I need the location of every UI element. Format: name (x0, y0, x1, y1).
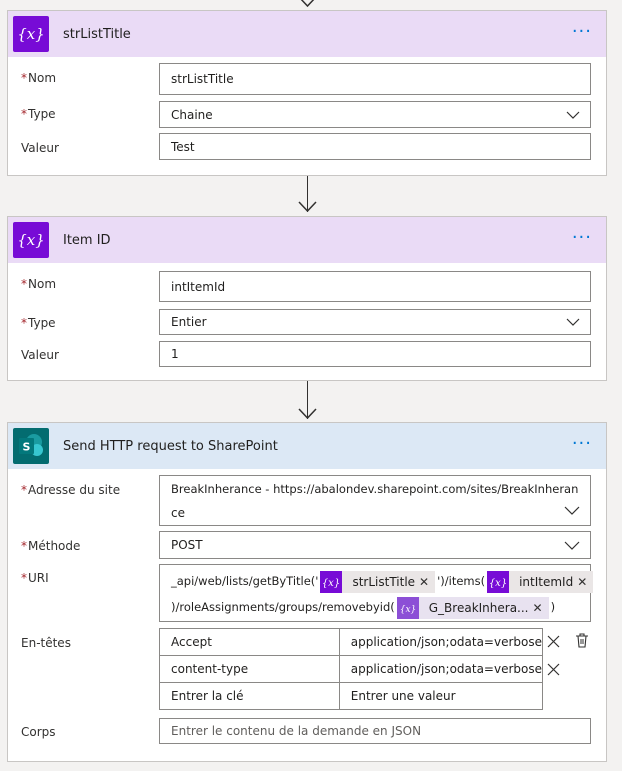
close-icon[interactable]: ✕ (577, 569, 593, 595)
variable-icon: {x} (13, 16, 49, 52)
svg-text:{x}: {x} (18, 25, 44, 43)
variable-card-itemid: {x} Item ID ··· *Nom intItemId *Type Ent… (7, 216, 607, 381)
variable-icon: {x} (396, 596, 419, 619)
svg-text:{x}: {x} (18, 231, 44, 249)
close-icon[interactable]: ✕ (419, 569, 435, 595)
header-key-placeholder[interactable]: Entrer la clé (159, 682, 340, 710)
header-value-field[interactable]: application/json;odata=verbose (338, 628, 544, 656)
sharepoint-http-card: S Send HTTP request to SharePoint ··· *A… (7, 422, 607, 762)
more-options-icon[interactable]: ··· (572, 23, 592, 41)
chevron-down-icon (564, 506, 580, 515)
connector-arrow-top (298, 0, 317, 8)
headers-table: Accept application/json;odata=verbose co… (159, 628, 544, 710)
corps-input[interactable]: Entrer le contenu de la demande en JSON (159, 718, 591, 744)
entetes-label: En-têtes (21, 636, 71, 650)
valeur-input[interactable]: 1 (159, 341, 591, 367)
sharepoint-icon: S (13, 428, 49, 464)
header-key-field[interactable]: content-type (159, 655, 340, 683)
chevron-down-icon (566, 318, 580, 326)
svg-text:{x}: {x} (399, 605, 416, 615)
connector-arrow (298, 201, 317, 213)
table-row: Accept application/json;odata=verbose (159, 628, 544, 656)
svg-text:{x}: {x} (489, 578, 507, 589)
token-strlisttitle[interactable]: {x} strListTitle ✕ (320, 569, 436, 595)
uri-input[interactable]: _api/web/lists/getByTitle(' {x} strListTit… (159, 564, 594, 622)
token-g-breakinherance[interactable]: {x} G_BreakInhera... ✕ (396, 595, 549, 621)
card-header[interactable]: {x} strListTitle ··· (8, 11, 606, 57)
more-options-icon[interactable]: ··· (572, 435, 592, 453)
site-label: *Adresse du site (21, 483, 121, 497)
nom-input[interactable]: intItemId (159, 271, 591, 302)
type-select[interactable]: Entier (159, 309, 591, 335)
svg-text:S: S (23, 441, 31, 454)
uri-label: *URI (21, 571, 49, 585)
valeur-input[interactable]: Test (159, 133, 591, 160)
valeur-label: Valeur (21, 348, 59, 362)
header-key-field[interactable]: Accept (159, 628, 340, 656)
type-label: *Type (21, 316, 56, 330)
corps-label: Corps (21, 725, 56, 739)
card-title: strListTitle (63, 26, 131, 42)
header-value-placeholder[interactable]: Entrer une valeur (338, 682, 544, 710)
card-header[interactable]: S Send HTTP request to SharePoint ··· (8, 423, 606, 469)
variable-icon: {x} (13, 222, 49, 258)
chevron-down-icon (564, 541, 580, 550)
methode-label: *Méthode (21, 539, 81, 553)
nom-label: *Nom (21, 277, 57, 291)
delete-icon[interactable] (575, 633, 589, 648)
variable-card-strlisttitle: {x} strListTitle ··· *Nom strListTitle *… (7, 10, 607, 176)
close-icon[interactable] (547, 635, 560, 648)
close-icon[interactable] (547, 663, 560, 676)
connector-arrow (298, 408, 317, 420)
type-select[interactable]: Chaine (159, 101, 591, 128)
variable-icon: {x} (320, 570, 343, 593)
close-icon[interactable]: ✕ (533, 595, 549, 621)
nom-label: *Nom (21, 71, 57, 85)
more-options-icon[interactable]: ··· (572, 229, 592, 247)
site-address-select[interactable]: BreakInherance - https://abalondev.share… (159, 475, 591, 526)
valeur-label: Valeur (21, 141, 59, 155)
card-title: Item ID (63, 232, 111, 248)
table-row: Entrer la clé Entrer une valeur (159, 682, 544, 710)
header-value-field[interactable]: application/json;odata=verbose (338, 655, 544, 683)
token-intitemid[interactable]: {x} intItemId ✕ (487, 569, 594, 595)
card-header[interactable]: {x} Item ID ··· (8, 217, 606, 263)
nom-input[interactable]: strListTitle (159, 63, 591, 95)
variable-icon: {x} (487, 570, 510, 593)
card-title: Send HTTP request to SharePoint (63, 438, 278, 454)
methode-select[interactable]: POST (159, 531, 591, 559)
type-label: *Type (21, 107, 56, 121)
svg-text:{x}: {x} (322, 578, 340, 589)
table-row: content-type application/json;odata=verb… (159, 655, 544, 683)
chevron-down-icon (566, 111, 580, 119)
